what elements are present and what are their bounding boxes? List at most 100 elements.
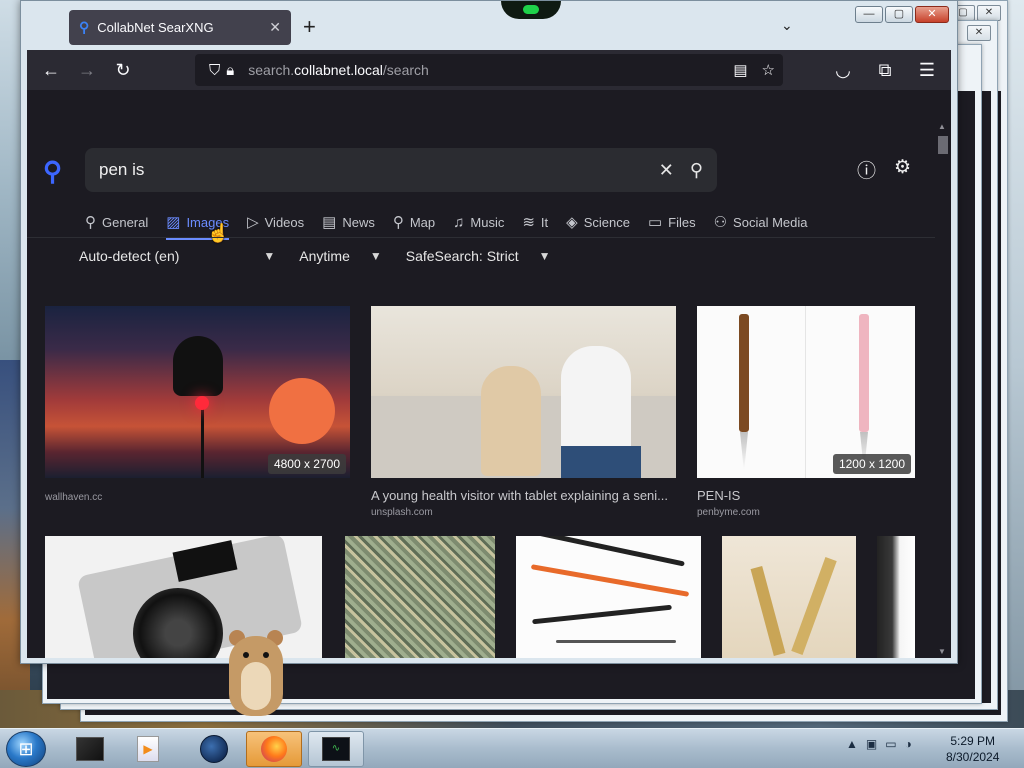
address-bar[interactable]: ⛉ 🔒︎ search.collabnet.local/search ▤ ☆ — [195, 54, 783, 86]
image-result[interactable] — [722, 536, 856, 658]
menu-hamburger-icon[interactable]: ☰ — [909, 54, 945, 86]
tab-files[interactable]: ▭ Files — [648, 206, 696, 238]
settings-gear-icon[interactable]: ⚙ — [894, 156, 911, 183]
map-icon: ⚲ — [392, 214, 404, 231]
taskbar-app-firefox[interactable] — [246, 731, 302, 767]
url-path: /search — [382, 62, 429, 78]
result-url[interactable]: unsplash.com — [371, 507, 676, 518]
category-tabs: ⚲ General ▨ Images ▷ Videos ▤ News ⚲ Map ♫ Music ≋ It… — [85, 206, 825, 240]
maximize-button[interactable]: ▢ — [885, 6, 913, 23]
media-player-icon: ▶ — [137, 736, 159, 762]
result-title[interactable]: PEN-IS — [697, 488, 915, 503]
info-icon[interactable]: ⓘ — [857, 156, 876, 183]
search-filters: Auto-detect (en) ▼ Anytime ▼ SafeSearch:… — [79, 248, 574, 264]
tab-searxng[interactable]: ⚲ CollabNet SearXNG ✕ — [69, 10, 291, 45]
taskbar-app-terminal[interactable]: ∿ — [308, 731, 364, 767]
result-thumbnail[interactable] — [516, 536, 701, 658]
image-result[interactable]: A young health visitor with tablet expla… — [371, 306, 676, 518]
system-tray: ▲ ▣ ▭ ◑ — [846, 737, 912, 751]
hamster-desktop-pet[interactable] — [225, 622, 287, 718]
tab-close-icon[interactable]: ✕ — [269, 19, 281, 36]
background-window-2-controls: ✕ — [967, 25, 991, 41]
tab-map[interactable]: ⚲ Map — [393, 206, 435, 238]
news-icon: ▤ — [322, 214, 337, 231]
tray-volume-icon[interactable]: ◑ — [905, 737, 912, 751]
clock-date: 8/30/2024 — [946, 750, 1000, 764]
window-controls: — ▢ ✕ — [855, 6, 949, 23]
scroll-down-icon[interactable]: ▼ — [938, 647, 946, 656]
shield-icon[interactable]: ⛉ — [209, 62, 220, 79]
image-result[interactable] — [516, 536, 701, 658]
image-result[interactable] — [345, 536, 495, 658]
page-scrollbar[interactable]: ▲ ▼ — [935, 118, 951, 658]
tab-science[interactable]: ◈ Science — [566, 206, 630, 238]
search-form: ✕ ⚲ — [85, 148, 717, 192]
result-thumbnail[interactable]: 4800 x 2700 — [45, 306, 350, 478]
category-label: News — [342, 214, 375, 230]
category-label: Science — [583, 214, 630, 230]
result-thumbnail[interactable] — [722, 536, 856, 658]
safesearch-select[interactable]: SafeSearch: Strict ▼ — [406, 248, 551, 264]
tray-display-icon[interactable]: ▭ — [885, 737, 896, 751]
tray-expand-icon[interactable]: ▲ — [846, 737, 858, 751]
searxng-logo-icon[interactable]: ⚲ — [43, 156, 62, 187]
result-thumbnail[interactable]: 1200 x 1200 — [697, 306, 915, 478]
category-label: Files — [668, 214, 696, 230]
lock-icon[interactable]: 🔒︎ — [226, 62, 234, 79]
clear-search-icon[interactable]: ✕ — [659, 160, 674, 181]
navigation-toolbar: ← → ↻ ⛉ 🔒︎ search.collabnet.local/search… — [27, 50, 951, 90]
background-window-3-controls: ▢ ✕ — [951, 5, 1001, 21]
tab-news[interactable]: ▤ News — [322, 206, 375, 238]
it-icon: ≋ — [522, 214, 535, 231]
videos-icon: ▷ — [247, 214, 259, 231]
tab-it[interactable]: ≋ It — [522, 206, 548, 238]
close-window-button[interactable]: ✕ — [915, 6, 949, 23]
reload-icon[interactable]: ↻ — [105, 54, 141, 86]
language-select[interactable]: Auto-detect (en) ▼ — [79, 248, 275, 264]
taskbar-app-globe[interactable] — [186, 731, 242, 767]
minimize-button[interactable]: — — [855, 6, 883, 23]
forward-arrow-icon[interactable]: → — [69, 54, 105, 86]
result-thumbnail[interactable] — [345, 536, 495, 658]
tab-title: CollabNet SearXNG — [97, 20, 214, 35]
image-result[interactable] — [877, 536, 915, 658]
tab-videos[interactable]: ▷ Videos — [247, 206, 304, 238]
taskbar-app-box[interactable] — [62, 731, 118, 767]
reader-view-icon[interactable]: ▤ — [733, 61, 747, 79]
url-text[interactable]: search.collabnet.local/search — [248, 62, 727, 78]
category-label: Social Media — [733, 214, 808, 230]
category-label: It — [540, 214, 549, 230]
result-thumbnail[interactable] — [877, 536, 915, 658]
caret-down-icon: ▼ — [369, 249, 382, 263]
taskbar-app-media[interactable]: ▶ — [120, 731, 176, 767]
result-thumbnail[interactable] — [371, 306, 676, 478]
caret-down-icon: ▼ — [263, 249, 276, 263]
files-icon: ▭ — [647, 214, 663, 231]
search-input[interactable] — [99, 160, 643, 180]
image-result[interactable]: 1200 x 1200 PEN-IS penbyme.com — [697, 306, 915, 518]
bookmark-star-icon[interactable]: ☆ — [762, 61, 775, 79]
result-title[interactable]: A young health visitor with tablet expla… — [371, 488, 676, 503]
extensions-puzzle-icon[interactable]: ⧉ — [867, 54, 903, 86]
back-arrow-icon[interactable]: ← — [33, 54, 69, 86]
result-url[interactable]: penbyme.com — [697, 507, 915, 518]
tab-general[interactable]: ⚲ General — [85, 206, 148, 238]
time-range-select[interactable]: Anytime ▼ — [299, 248, 381, 264]
terminal-icon: ∿ — [322, 737, 350, 761]
result-url[interactable]: wallhaven.cc — [45, 492, 350, 503]
list-all-tabs-chevron-icon[interactable]: ⌄ — [781, 17, 793, 34]
music-icon: ♫ — [453, 213, 465, 231]
tray-network-icon[interactable]: ▣ — [866, 737, 877, 751]
tab-social-media[interactable]: ⚇ Social Media — [714, 206, 808, 238]
new-tab-button[interactable]: + — [303, 15, 316, 39]
caret-down-icon: ▼ — [538, 249, 551, 263]
firefox-window[interactable]: ⚲ CollabNet SearXNG ✕ + ⌄ — ▢ ✕ ← → ↻ ⛉ … — [20, 0, 958, 664]
pocket-icon[interactable]: ◡ — [825, 54, 861, 86]
scrollbar-thumb[interactable] — [938, 136, 948, 154]
image-result[interactable]: 4800 x 2700 wallhaven.cc — [45, 306, 350, 503]
search-submit-icon[interactable]: ⚲ — [690, 160, 703, 181]
taskbar-clock[interactable]: 5:29 PM 8/30/2024 — [946, 733, 999, 765]
scroll-up-icon[interactable]: ▲ — [938, 122, 946, 131]
start-button[interactable]: ⊞ — [6, 731, 46, 767]
tab-music[interactable]: ♫ Music — [453, 206, 504, 238]
